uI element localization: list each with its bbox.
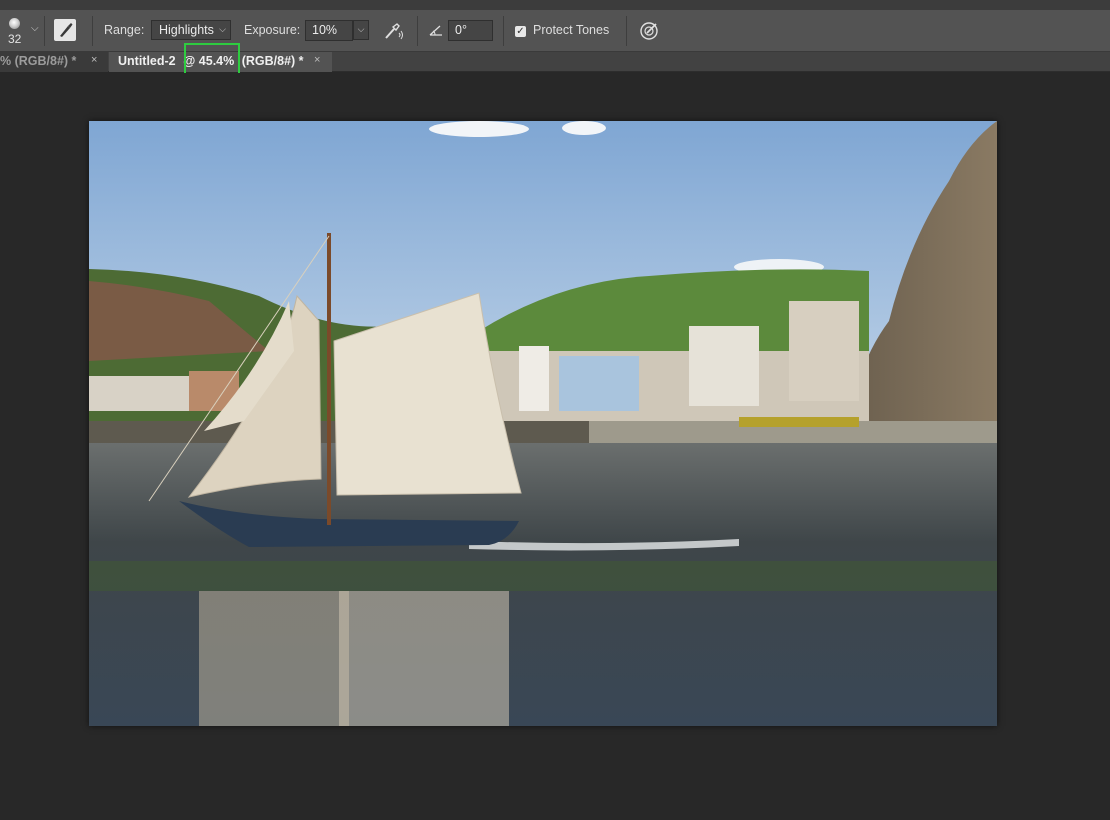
tab-label: % (RGB/8#) * (0, 54, 77, 68)
brush-size[interactable]: 32 (8, 32, 21, 46)
exposure-label: Exposure: (244, 23, 301, 37)
range-value: Highlights (159, 23, 214, 37)
range-label: Range: (104, 23, 145, 37)
pressure-icon[interactable] (638, 20, 660, 42)
tab-title: Untitled-2 (118, 54, 176, 68)
harbor-sailboat-image (89, 121, 997, 726)
airbrush-icon[interactable] (382, 21, 404, 41)
brush-preset-chevron-icon[interactable]: ⌵ (31, 23, 39, 34)
angle-icon (428, 23, 444, 37)
tab-mode: (RGB/8#) * (241, 54, 304, 68)
document-tabs: % (RGB/8#) * × Untitled-2 @ 45.4% (RGB/8… (0, 52, 1110, 72)
brush-dot-icon[interactable] (9, 18, 20, 29)
angle-input[interactable]: 0° (448, 20, 493, 41)
tab-untitled-2[interactable]: Untitled-2 @ 45.4% (RGB/8#) * × (109, 52, 332, 72)
close-icon[interactable]: × (91, 54, 97, 66)
document-canvas[interactable] (89, 121, 997, 726)
protect-tones-label[interactable]: Protect Tones (533, 23, 609, 37)
tab-zoom: @ 45.4% (183, 54, 235, 68)
divider (44, 16, 45, 46)
chevron-down-icon: ⌵ (219, 24, 226, 34)
protect-tones-checkbox[interactable]: ✓ (515, 26, 526, 37)
exposure-slider-chevron-icon[interactable]: ⌵ (353, 20, 369, 40)
exposure-input[interactable]: 10% (305, 20, 353, 41)
divider (626, 16, 627, 46)
divider (92, 16, 93, 46)
canvas-area[interactable] (0, 73, 1110, 820)
tab-document-1[interactable]: % (RGB/8#) * × (0, 52, 108, 72)
range-dropdown[interactable]: Highlights ⌵ (151, 20, 231, 40)
close-icon[interactable]: × (314, 54, 320, 66)
menu-bar (0, 0, 1110, 10)
divider (417, 16, 418, 46)
burn-dodge-brush-icon[interactable] (54, 19, 76, 41)
options-bar: 32 ⌵ Range: Highlights ⌵ Exposure: 10% ⌵… (0, 10, 1110, 52)
divider (503, 16, 504, 46)
